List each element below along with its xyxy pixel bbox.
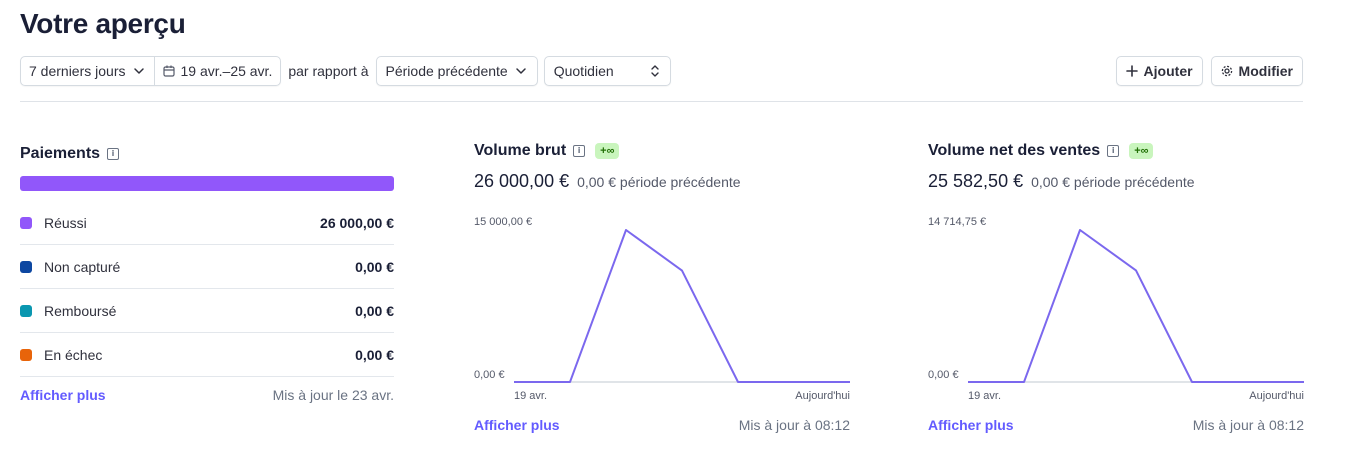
row-amount: 0,00 € [355, 346, 394, 363]
add-button-label: Ajouter [1143, 63, 1193, 79]
change-badge: +∞ [1129, 143, 1154, 159]
change-badge: +∞ [595, 143, 620, 159]
chart-plot [967, 229, 1305, 383]
filter-toolbar: 7 derniers jours 19 avr.–25 avr. par rap… [20, 56, 671, 86]
range-select-label: 7 derniers jours [29, 63, 126, 79]
legend-swatch [20, 348, 32, 361]
chevron-down-icon [132, 64, 146, 78]
payments-footer: Afficher plus Mis à jour le 23 avr. [20, 377, 394, 413]
card-title: Volume brut [474, 142, 567, 159]
card-footer: Afficher plus Mis à jour à 08:12 [474, 417, 850, 433]
info-icon[interactable]: i [1107, 145, 1120, 157]
list-item: En échec 0,00 € [20, 333, 394, 377]
gross-volume-card: Volume brut i +∞ 26 000,00 € 0,00 € péri… [474, 140, 851, 433]
net-volume-card: Volume net des ventes i +∞ 25 582,50 € 0… [928, 140, 1305, 433]
row-amount: 0,00 € [355, 302, 394, 319]
legend-swatch [20, 216, 32, 229]
row-amount: 26 000,00 € [320, 214, 394, 231]
range-select[interactable]: 7 derniers jours [21, 57, 153, 85]
series-line [514, 229, 850, 383]
date-picker[interactable]: 19 avr.–25 avr. [153, 57, 281, 85]
calendar-icon [162, 65, 175, 77]
edit-button[interactable]: Modifier [1210, 56, 1303, 86]
series-line [968, 229, 1304, 383]
card-header: Volume brut i +∞ [474, 140, 850, 162]
gear-icon [1221, 65, 1233, 77]
legend-swatch [20, 304, 32, 317]
legend-swatch [20, 260, 32, 273]
updated-text: Mis à jour le 23 avr. [272, 387, 394, 403]
card-value: 26 000,00 € [474, 171, 570, 191]
updated-text: Mis à jour à 08:12 [1192, 417, 1304, 433]
card-footer: Afficher plus Mis à jour à 08:12 [928, 417, 1304, 433]
interval-select-label: Quotidien [553, 63, 614, 79]
row-label: Remboursé [44, 302, 117, 319]
interval-select[interactable]: Quotidien [543, 56, 671, 86]
previous-value: 0,00 € période précédente [1031, 174, 1195, 190]
show-more-link[interactable]: Afficher plus [928, 417, 1014, 433]
x-start-label: 19 avr. [514, 390, 548, 402]
card-values: 26 000,00 € 0,00 € période précédente [474, 171, 850, 192]
payments-title: Paiements [20, 145, 101, 162]
list-item: Non capturé 0,00 € [20, 245, 394, 289]
row-label: Non capturé [44, 258, 121, 275]
header-divider [20, 101, 1303, 102]
header-actions: Ajouter Modifier [1115, 56, 1303, 86]
chart-plot [513, 229, 851, 383]
date-picker-label: 19 avr.–25 avr. [180, 63, 273, 79]
line-chart: 14 714,75 € 0,00 € 19 avr. Aujourd'hui [928, 210, 1305, 410]
y-max-label: 14 714,75 € [928, 216, 987, 228]
chevron-up-down-icon [649, 64, 661, 78]
row-amount: 0,00 € [355, 258, 394, 275]
payments-bar [20, 176, 394, 191]
y-min-label: 0,00 € [474, 369, 505, 381]
payments-card: Paiements i Réussi 26 000,00 € Non captu… [20, 144, 394, 413]
row-label: En échec [44, 346, 103, 363]
card-title: Volume net des ventes [928, 142, 1101, 159]
show-more-link[interactable]: Afficher plus [474, 417, 560, 433]
updated-text: Mis à jour à 08:12 [738, 417, 850, 433]
compare-select[interactable]: Période précédente [375, 56, 538, 86]
show-more-link[interactable]: Afficher plus [20, 387, 106, 403]
list-item: Réussi 26 000,00 € [20, 201, 394, 245]
info-icon[interactable]: i [107, 148, 120, 160]
line-chart: 15 000,00 € 0,00 € 19 avr. Aujourd'hui [474, 210, 851, 410]
plus-icon [1125, 65, 1138, 77]
card-values: 25 582,50 € 0,00 € période précédente [928, 171, 1304, 192]
payments-list: Réussi 26 000,00 € Non capturé 0,00 € Re… [20, 201, 394, 377]
page-title: Votre aperçu [20, 8, 186, 39]
y-max-label: 15 000,00 € [474, 216, 533, 228]
compare-text: par rapport à [288, 63, 369, 79]
edit-button-label: Modifier [1238, 63, 1293, 79]
card-header: Volume net des ventes i +∞ [928, 140, 1304, 162]
previous-value: 0,00 € période précédente [577, 174, 741, 190]
card-value: 25 582,50 € [928, 171, 1024, 191]
list-item: Remboursé 0,00 € [20, 289, 394, 333]
x-start-label: 19 avr. [968, 390, 1002, 402]
y-min-label: 0,00 € [928, 369, 959, 381]
add-button[interactable]: Ajouter [1115, 56, 1203, 86]
chevron-down-icon [514, 64, 528, 78]
date-range-group: 7 derniers jours 19 avr.–25 avr. [20, 56, 282, 86]
row-label: Réussi [44, 214, 87, 231]
x-end-label: Aujourd'hui [795, 390, 850, 402]
x-end-label: Aujourd'hui [1249, 390, 1304, 402]
payments-header: Paiements i [20, 144, 394, 164]
compare-select-label: Période précédente [385, 63, 508, 79]
info-icon[interactable]: i [573, 145, 586, 157]
